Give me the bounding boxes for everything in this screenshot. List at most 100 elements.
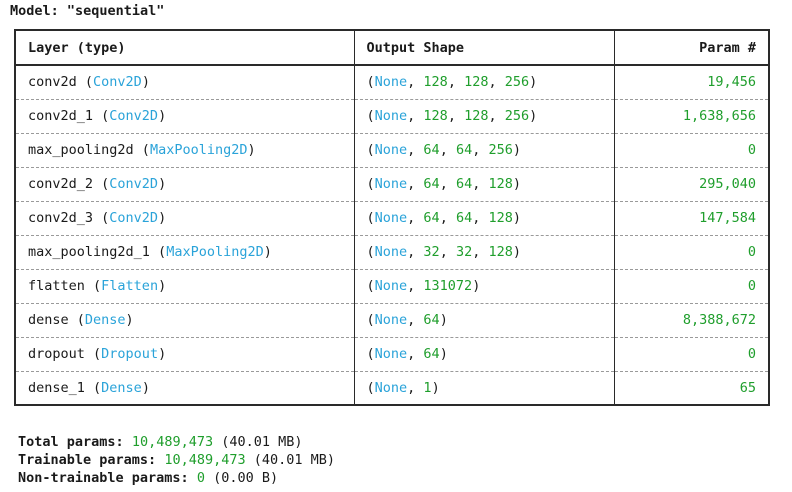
- table-row: dense_1 (Dense) (None, 1) 65: [14, 370, 770, 406]
- shape-dim-value: 128: [464, 108, 489, 124]
- layer-type: Dense: [101, 379, 142, 396]
- layer-name: conv2d_3: [28, 210, 94, 226]
- layer-type: MaxPooling2D: [166, 244, 264, 260]
- model-summary-table: Layer (type) Output Shape Param # conv2d…: [14, 29, 770, 406]
- shape-dim-value: 256: [488, 142, 513, 158]
- output-shape-cell: (None, 64, 64, 256): [353, 132, 615, 168]
- shape-batch-dim: None: [374, 210, 408, 226]
- layer-type: Dropout: [101, 346, 159, 362]
- shape-dims: , 64: [407, 312, 440, 328]
- shape-batch-dim: None: [374, 108, 408, 124]
- layer-name: dense: [28, 312, 69, 328]
- total-params-label: Total params:: [18, 434, 124, 450]
- layer-name: dropout: [28, 346, 85, 362]
- layer-name: conv2d: [28, 74, 77, 91]
- shape-dim-value: 64: [423, 210, 440, 226]
- trainable-params-size: (40.01 MB): [253, 452, 336, 468]
- trainable-params-value: 10,489,473: [164, 452, 246, 468]
- shape-dim-value: 256: [504, 108, 530, 124]
- output-shape-cell: (None, 64): [353, 336, 615, 372]
- param-count-cell: 0: [613, 336, 770, 372]
- shape-dim-value: 128: [488, 244, 513, 260]
- shape-dims: , 128, 128, 256: [407, 74, 530, 91]
- total-params-size: (40.01 MB): [221, 434, 303, 450]
- layer-type: Flatten: [101, 278, 159, 294]
- shape-batch-dim: None: [374, 278, 408, 294]
- shape-dim-value: 128: [423, 108, 448, 124]
- table-body: conv2d (Conv2D) (None, 128, 128, 256) 19,4…: [14, 64, 770, 406]
- shape-dims: , 128, 128, 256: [407, 108, 530, 124]
- table-row: conv2d_1 (Conv2D) (None, 128, 128, 256) 1,…: [14, 98, 770, 134]
- non-trainable-params-line: Non-trainable params: 0 (0.00 B): [18, 469, 335, 487]
- layer-type: Dense: [84, 312, 126, 328]
- table-row: max_pooling2d (MaxPooling2D) (None, 64, 6…: [14, 132, 770, 168]
- table-row: conv2d (Conv2D) (None, 128, 128, 256) 19,4…: [14, 64, 770, 100]
- model-title: Model: "sequential": [10, 3, 165, 19]
- shape-dims: , 64: [407, 346, 440, 362]
- layer-cell: conv2d_1 (Conv2D): [14, 98, 355, 134]
- layer-type: Conv2D: [109, 108, 159, 124]
- shape-dim-value: 64: [423, 312, 440, 328]
- shape-dim-value: 256: [504, 74, 530, 91]
- output-shape-cell: (None, 64, 64, 128): [353, 166, 615, 202]
- layer-name: max_pooling2d_1: [28, 244, 150, 260]
- trainable-params-label: Trainable params:: [18, 452, 157, 468]
- shape-dim-value: 64: [423, 176, 440, 192]
- shape-dims: , 32, 32, 128: [407, 244, 513, 260]
- param-count-cell: 0: [613, 268, 770, 304]
- shape-batch-dim: None: [374, 74, 408, 91]
- shape-dim-value: 64: [455, 142, 473, 158]
- shape-dim-value: 128: [423, 74, 448, 91]
- param-count-cell: 147,584: [613, 200, 770, 236]
- table-row: conv2d_3 (Conv2D) (None, 64, 64, 128) 147,…: [14, 200, 770, 236]
- shape-dim-value: 64: [455, 210, 473, 226]
- output-shape-cell: (None, 64, 64, 128): [353, 200, 615, 236]
- table-row: conv2d_2 (Conv2D) (None, 64, 64, 128) 295,…: [14, 166, 770, 202]
- param-count-cell: 65: [613, 370, 770, 406]
- output-shape-cell: (None, 131072): [353, 268, 615, 304]
- non-trainable-params-value: 0: [196, 470, 205, 486]
- layer-name: max_pooling2d: [28, 142, 134, 158]
- non-trainable-params-label: Non-trainable params:: [18, 470, 189, 486]
- shape-dim-value: 128: [488, 176, 513, 192]
- layer-cell: dropout (Dropout): [14, 336, 355, 372]
- header-layer-type: Layer (type): [14, 29, 355, 66]
- shape-batch-dim: None: [374, 346, 408, 362]
- shape-dim-value: 64: [423, 142, 440, 158]
- trainable-params-line: Trainable params: 10,489,473 (40.01 MB): [18, 451, 335, 469]
- param-count-cell: 0: [613, 234, 770, 270]
- shape-dim-value: 64: [423, 346, 440, 362]
- layer-name: conv2d_2: [28, 176, 94, 192]
- total-params-value: 10,489,473: [131, 434, 214, 450]
- output-shape-cell: (None, 128, 128, 256): [353, 98, 615, 134]
- output-shape-cell: (None, 64): [353, 302, 615, 338]
- layer-name: dense_1: [28, 379, 85, 396]
- table-header-row: Layer (type) Output Shape Param #: [14, 29, 770, 66]
- param-count-cell: 19,456: [613, 64, 770, 100]
- param-count-cell: 295,040: [613, 166, 770, 202]
- shape-dim-value: 1: [423, 379, 432, 396]
- shape-dim-value: 128: [488, 210, 513, 226]
- non-trainable-params-size: (0.00 B): [213, 470, 279, 486]
- shape-dims: , 64, 64, 256: [407, 142, 513, 158]
- header-param-count: Param #: [613, 29, 770, 66]
- shape-batch-dim: None: [374, 379, 408, 396]
- shape-dim-value: 32: [423, 244, 440, 260]
- header-output-shape: Output Shape: [353, 29, 615, 66]
- output-shape-cell: (None, 1): [353, 370, 615, 406]
- shape-dims: , 1: [407, 379, 432, 396]
- layer-cell: max_pooling2d_1 (MaxPooling2D): [14, 234, 355, 270]
- layer-cell: conv2d_3 (Conv2D): [14, 200, 355, 236]
- shape-batch-dim: None: [374, 312, 408, 328]
- shape-dim-value: 32: [455, 244, 473, 260]
- shape-dim-value: 64: [455, 176, 473, 192]
- layer-name: conv2d_1: [28, 108, 94, 124]
- shape-dims: , 64, 64, 128: [407, 176, 513, 192]
- layer-type: Conv2D: [93, 74, 142, 91]
- shape-dim-value: 128: [464, 74, 489, 91]
- layer-cell: dense (Dense): [14, 302, 355, 338]
- table-row: flatten (Flatten) (None, 131072) 0: [14, 268, 770, 304]
- shape-dim-value: 131072: [423, 278, 473, 294]
- table-row: dropout (Dropout) (None, 64) 0: [14, 336, 770, 372]
- output-shape-cell: (None, 32, 32, 128): [353, 234, 615, 270]
